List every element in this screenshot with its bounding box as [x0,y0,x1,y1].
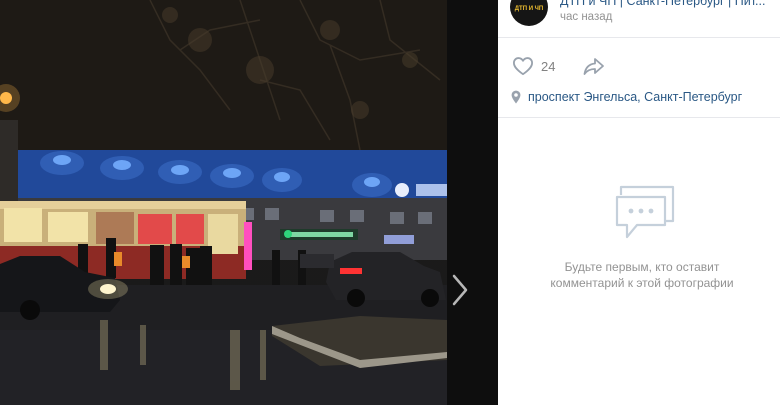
share-arrow-icon[interactable] [582,56,606,76]
speech-bubble-icon [615,185,675,239]
like-count[interactable]: 24 [541,59,555,74]
side-panel: ДТП И ЧП ДТП и ЧП | Санкт-Петербург | Пи… [498,0,780,405]
heart-outline-icon[interactable] [512,56,534,76]
post-header: ДТП И ЧП ДТП и ЧП | Санкт-Петербург | Пи… [498,0,780,38]
avatar-logo-text: ДТП И ЧП [514,6,544,12]
post-actions: 24 проспект Энгельса, Санкт-Петербург [498,38,780,118]
avatar[interactable]: ДТП И ЧП [510,0,548,26]
photo[interactable] [0,0,447,405]
next-photo-strip[interactable] [447,0,498,405]
no-comments-message: Будьте первым, кто оставит комментарий к… [522,259,762,291]
post-time[interactable]: час назад [560,11,612,23]
no-comments-line-1: Будьте первым, кто оставит [564,260,720,274]
map-pin-icon [511,90,521,104]
no-comments-line-2: комментарий к этой фотографии [550,276,734,290]
night-street-scene [0,0,447,405]
photo-area [0,0,498,405]
photo-viewer: ДТП И ЧП ДТП и ЧП | Санкт-Петербург | Пи… [0,0,780,405]
location-link[interactable]: проспект Энгельса, Санкт-Петербург [528,90,742,104]
chevron-right-icon[interactable] [449,270,471,310]
author-link[interactable]: ДТП и ЧП | Санкт-Петербург | Пит... [560,0,780,8]
